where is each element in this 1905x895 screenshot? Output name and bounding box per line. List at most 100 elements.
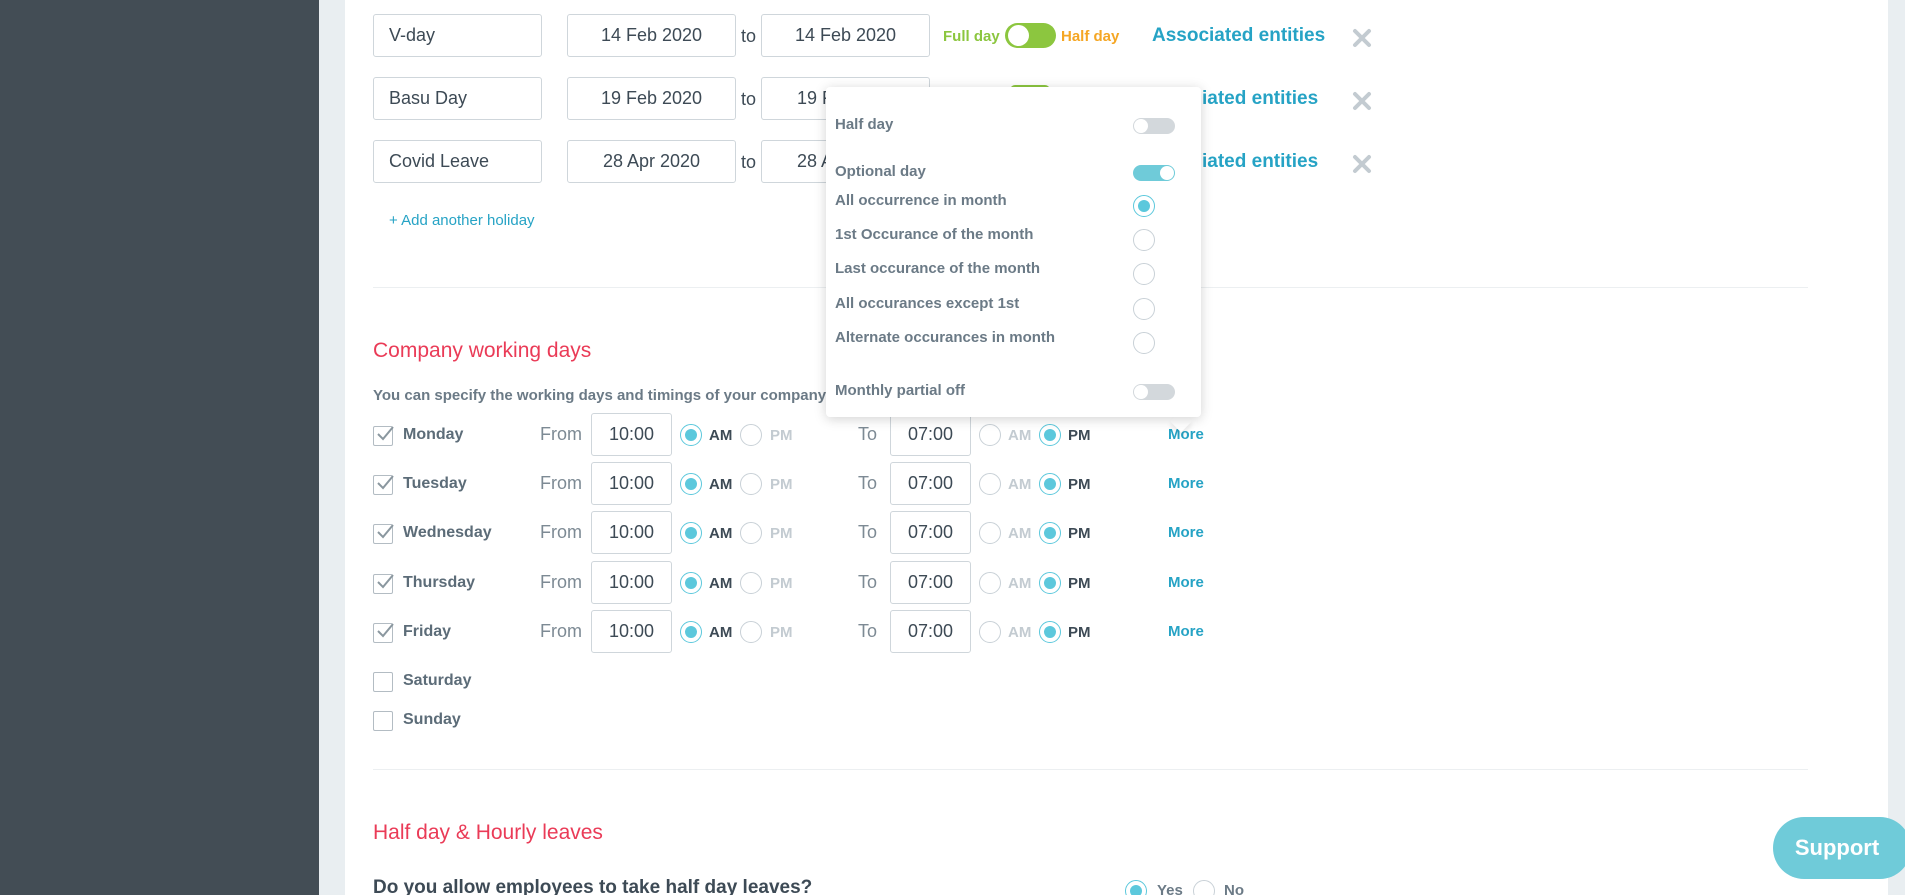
day-label: Thursday bbox=[403, 574, 476, 591]
half-day-label: Half day bbox=[1061, 28, 1120, 45]
pm-label: PM bbox=[1068, 575, 1091, 592]
from-am-radio[interactable] bbox=[680, 621, 702, 643]
yes-label: Yes bbox=[1157, 882, 1183, 895]
day-row-monday: Monday From 10:00 AM PM To 07:00 AM PM M… bbox=[373, 413, 1273, 457]
from-label: From bbox=[540, 424, 582, 444]
from-time-input[interactable]: 10:00 bbox=[591, 511, 672, 554]
day-label: Tuesday bbox=[403, 475, 467, 492]
more-link[interactable]: More bbox=[1168, 623, 1204, 640]
to-label: to bbox=[741, 26, 757, 46]
from-time-input[interactable]: 10:00 bbox=[591, 610, 672, 653]
day-checkbox[interactable] bbox=[373, 426, 394, 446]
monthly-partial-toggle[interactable] bbox=[1133, 384, 1175, 400]
half-day-section-title: Half day & Hourly leaves bbox=[373, 821, 603, 844]
to-label: To bbox=[858, 572, 878, 592]
associated-entities-link[interactable]: iated entities bbox=[1202, 88, 1318, 110]
right-gutter bbox=[1888, 0, 1905, 895]
full-day-label: Full day bbox=[943, 28, 1000, 45]
day-label: Saturday bbox=[403, 672, 472, 689]
from-pm-radio[interactable] bbox=[740, 473, 762, 495]
day-label: Friday bbox=[403, 623, 452, 640]
from-pm-radio[interactable] bbox=[740, 621, 762, 643]
yes-radio[interactable] bbox=[1125, 880, 1147, 895]
popup-monthly-partial-label: Monthly partial off bbox=[835, 382, 965, 399]
to-pm-radio[interactable] bbox=[1039, 572, 1061, 594]
day-label: Sunday bbox=[403, 711, 461, 728]
holiday-to-date[interactable]: 14 Feb 2020 bbox=[761, 14, 930, 57]
to-label: To bbox=[858, 424, 878, 444]
day-checkbox[interactable] bbox=[373, 475, 394, 495]
to-am-radio[interactable] bbox=[979, 621, 1001, 643]
to-time-input[interactable]: 07:00 bbox=[890, 610, 971, 653]
day-checkbox[interactable] bbox=[373, 711, 393, 731]
from-pm-radio[interactable] bbox=[740, 522, 762, 544]
day-checkbox[interactable] bbox=[373, 623, 394, 643]
from-label: From bbox=[540, 473, 582, 493]
occurrence-radio[interactable] bbox=[1133, 298, 1155, 320]
occurrence-radio[interactable] bbox=[1133, 229, 1155, 251]
from-time-input[interactable]: 10:00 bbox=[591, 561, 672, 604]
holiday-from-date[interactable]: 19 Feb 2020 bbox=[567, 77, 736, 120]
day-row-tuesday: Tuesday From 10:00 AM PM To 07:00 AM PM … bbox=[373, 462, 1273, 506]
from-am-radio[interactable] bbox=[680, 572, 702, 594]
more-link[interactable]: More bbox=[1168, 524, 1204, 541]
occurrence-option: Alternate occurances in month bbox=[835, 329, 1056, 346]
occurrence-radio[interactable] bbox=[1133, 263, 1155, 285]
close-icon[interactable] bbox=[1350, 152, 1374, 176]
day-row-wednesday: Wednesday From 10:00 AM PM To 07:00 AM P… bbox=[373, 511, 1273, 555]
left-sidebar bbox=[0, 0, 319, 895]
full-half-day-toggle[interactable] bbox=[1005, 23, 1056, 48]
close-icon[interactable] bbox=[1350, 89, 1374, 113]
to-pm-radio[interactable] bbox=[1039, 621, 1061, 643]
holiday-name-input[interactable]: Covid Leave bbox=[373, 140, 542, 183]
from-time-input[interactable]: 10:00 bbox=[591, 413, 672, 456]
support-button[interactable]: Support bbox=[1773, 817, 1905, 879]
close-icon[interactable] bbox=[1350, 26, 1374, 50]
day-label: Monday bbox=[403, 426, 464, 443]
popup-half-day-label: Half day bbox=[835, 116, 894, 133]
from-pm-radio[interactable] bbox=[740, 424, 762, 446]
from-time-input[interactable]: 10:00 bbox=[591, 462, 672, 505]
more-link[interactable]: More bbox=[1168, 574, 1204, 591]
add-holiday-link[interactable]: + Add another holiday bbox=[389, 212, 535, 229]
holiday-name-input[interactable]: Basu Day bbox=[373, 77, 542, 120]
to-am-radio[interactable] bbox=[979, 473, 1001, 495]
day-row-thursday: Thursday From 10:00 AM PM To 07:00 AM PM… bbox=[373, 561, 1273, 605]
to-time-input[interactable]: 07:00 bbox=[890, 413, 971, 456]
from-pm-radio[interactable] bbox=[740, 572, 762, 594]
occurrence-radio[interactable] bbox=[1133, 332, 1155, 354]
to-time-input[interactable]: 07:00 bbox=[890, 511, 971, 554]
to-label: to bbox=[741, 89, 757, 109]
half-day-toggle[interactable] bbox=[1133, 118, 1175, 134]
to-am-radio[interactable] bbox=[979, 572, 1001, 594]
day-checkbox[interactable] bbox=[373, 672, 393, 692]
from-am-radio[interactable] bbox=[680, 473, 702, 495]
from-am-radio[interactable] bbox=[680, 522, 702, 544]
to-pm-radio[interactable] bbox=[1039, 473, 1061, 495]
more-link[interactable]: More bbox=[1168, 475, 1204, 492]
pm-label: PM bbox=[1068, 476, 1091, 493]
from-am-radio[interactable] bbox=[680, 424, 702, 446]
occurrence-radio[interactable] bbox=[1133, 195, 1155, 217]
holiday-from-date[interactable]: 14 Feb 2020 bbox=[567, 14, 736, 57]
day-checkbox[interactable] bbox=[373, 524, 394, 544]
associated-entities-link[interactable]: iated entities bbox=[1202, 151, 1318, 173]
more-link[interactable]: More bbox=[1168, 426, 1204, 443]
day-checkbox[interactable] bbox=[373, 574, 394, 594]
am-label: AM bbox=[709, 427, 733, 444]
no-radio[interactable] bbox=[1193, 880, 1215, 895]
occurrence-option: All occurrence in month bbox=[835, 192, 1007, 209]
to-pm-radio[interactable] bbox=[1039, 522, 1061, 544]
holiday-from-date[interactable]: 28 Apr 2020 bbox=[567, 140, 736, 183]
holiday-name-input[interactable]: V-day bbox=[373, 14, 542, 57]
to-label: To bbox=[858, 473, 878, 493]
to-am-radio[interactable] bbox=[979, 424, 1001, 446]
to-time-input[interactable]: 07:00 bbox=[890, 561, 971, 604]
optional-day-toggle[interactable] bbox=[1133, 165, 1175, 181]
to-am-radio[interactable] bbox=[979, 522, 1001, 544]
to-pm-radio[interactable] bbox=[1039, 424, 1061, 446]
associated-entities-link[interactable]: Associated entities bbox=[1152, 25, 1325, 47]
working-days-subtitle: You can specify the working days and tim… bbox=[373, 387, 827, 404]
am-label: AM bbox=[709, 624, 733, 641]
to-time-input[interactable]: 07:00 bbox=[890, 462, 971, 505]
